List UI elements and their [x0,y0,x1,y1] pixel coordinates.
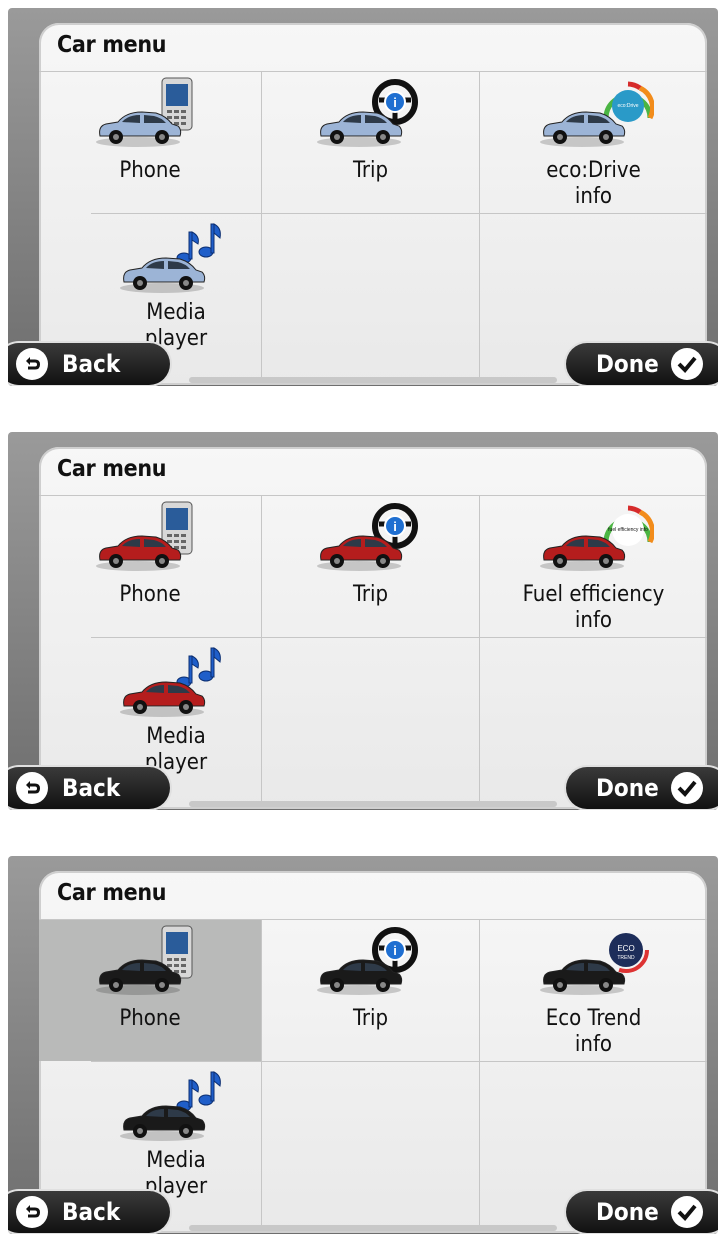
done-button-label: Done [596,1198,659,1226]
eco-trend-gauge-icon: ECO TREND [534,924,654,1002]
checkmark-icon [670,772,703,804]
menu-item-label: eco:Drive info [546,158,641,209]
menu-item-trip[interactable]: i Trip [262,72,479,213]
trip-info-icon: i [311,924,431,1002]
music-notes-icon [116,1066,236,1144]
menu-item-label: Trip [352,582,389,607]
eco-drive-gauge-icon: eco:Drive [534,76,655,154]
menu-item-label: Phone [119,582,181,607]
svg-text:i: i [393,943,397,958]
menu-panel: Car menu Phone i Trip ECO TREND Eco Tren… [39,871,707,1233]
back-button-label: Back [62,774,121,802]
svg-text:fuel efficiency info: fuel efficiency info [608,527,648,533]
trip-info-icon: i [311,500,431,578]
menu-panel: Car menu Phone i Trip eco:Drive eco:Driv… [39,23,707,385]
menu-item-media[interactable]: Media player [91,214,261,364]
phone-icon [90,500,210,578]
done-button[interactable]: Done [566,767,718,809]
bottom-bar [189,801,557,807]
menu-item-eco-drive[interactable]: eco:Drive eco:Drive info [480,72,707,213]
car-menu-screen: Car menu Phone i Trip fuel efficiency in… [8,432,718,810]
back-button[interactable]: Back [8,1191,170,1233]
menu-item-trip[interactable]: i Trip [262,920,479,1061]
menu-item-eco-trend[interactable]: ECO TREND Eco Trend info [480,920,707,1061]
page-title: Car menu [57,32,167,58]
music-notes-icon [116,642,236,720]
music-notes-icon [116,218,236,296]
back-button[interactable]: Back [8,343,170,385]
svg-text:eco:Drive: eco:Drive [617,103,638,109]
back-arrow-icon [16,772,48,804]
phone-icon [90,924,210,1002]
svg-text:TREND: TREND [617,955,635,961]
back-button[interactable]: Back [8,767,170,809]
menu-item-phone[interactable]: Phone [39,920,261,1061]
menu-item-media[interactable]: Media player [91,1062,261,1212]
menu-item-label: Fuel efficiency info [522,582,665,633]
page-title: Car menu [57,456,167,482]
menu-item-label: Phone [119,1006,181,1031]
page-title: Car menu [57,880,167,906]
checkmark-icon [670,1196,703,1228]
menu-item-phone[interactable]: Phone [39,72,261,213]
svg-text:ECO: ECO [617,944,634,953]
menu-panel: Car menu Phone i Trip fuel efficiency in… [39,447,707,809]
bottom-bar [189,1225,557,1231]
back-button-label: Back [62,350,121,378]
svg-text:i: i [393,519,397,534]
bottom-bar [189,377,557,383]
back-arrow-icon [16,348,48,380]
phone-icon [90,76,210,154]
menu-item-fuel-efficiency[interactable]: fuel efficiency info Fuel efficiency inf… [480,496,707,637]
back-button-label: Back [62,1198,121,1226]
trip-info-icon: i [311,76,431,154]
menu-item-phone[interactable]: Phone [39,496,261,637]
menu-item-label: Trip [352,1006,389,1031]
done-button-label: Done [596,350,659,378]
menu-item-label: Phone [119,158,181,183]
car-menu-screen: Car menu Phone i Trip eco:Drive eco:Driv… [8,8,718,386]
menu-item-label: Eco Trend info [545,1006,642,1057]
menu-item-media[interactable]: Media player [91,638,261,788]
done-button[interactable]: Done [566,343,718,385]
fuel-efficiency-gauge-icon: fuel efficiency info [534,500,655,578]
checkmark-icon [670,348,703,380]
menu-item-label: Trip [352,158,389,183]
car-menu-screen: Car menu Phone i Trip ECO TREND Eco Tren… [8,856,718,1234]
menu-item-trip[interactable]: i Trip [262,496,479,637]
back-arrow-icon [16,1196,48,1228]
svg-text:i: i [393,95,397,110]
done-button-label: Done [596,774,659,802]
done-button[interactable]: Done [566,1191,718,1233]
